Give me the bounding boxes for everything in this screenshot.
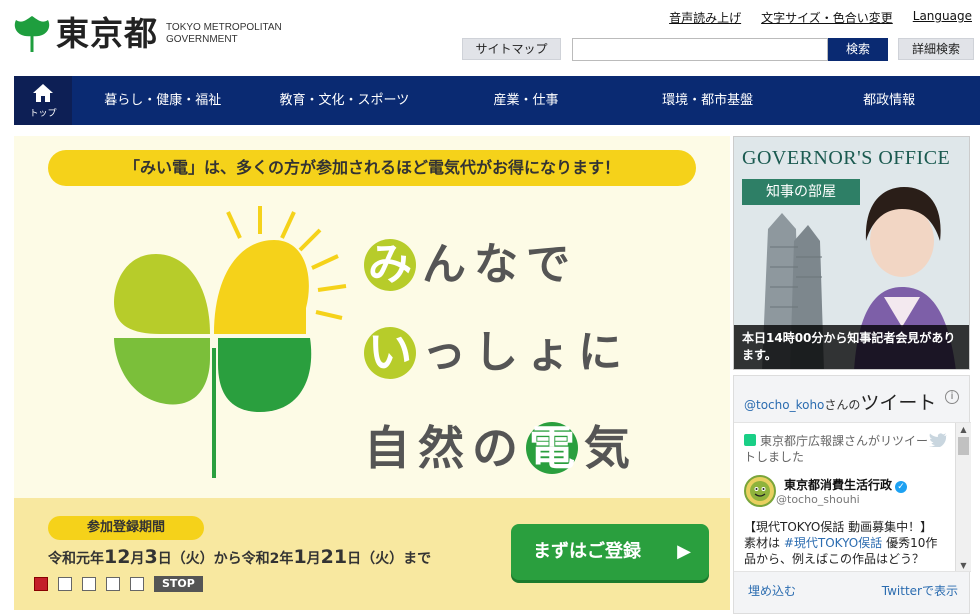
retweet-text: 東京都庁広報課さんがリツイートしました xyxy=(744,434,929,464)
scroll-up-icon[interactable]: ▲ xyxy=(958,425,969,435)
headline-line2: いっしょに xyxy=(364,316,630,380)
nav-home-label: トップ xyxy=(29,109,57,119)
retweet-notice: 東京都庁広報課さんがリツイートしました xyxy=(744,433,934,465)
headline-line1-rest: んなで xyxy=(422,239,578,290)
twitter-handle-link[interactable]: @tocho_koho xyxy=(744,398,824,412)
clover-sun-illustration xyxy=(114,206,347,478)
nav-item-education[interactable]: 教育・文化・スポーツ xyxy=(254,76,436,125)
slide-indicator-1[interactable] xyxy=(34,577,48,591)
logo-subtitle-line1: TOKYO METROPOLITAN xyxy=(166,22,282,33)
banner-ribbon: 「みい電」は、多くの方が参加されるほど電気代がお得になります！ xyxy=(48,150,696,186)
tweet-author[interactable]: 東京都消費生活行政 ✓ @tocho_shouhi xyxy=(744,475,908,507)
tweet-author-handle: @tocho_shouhi xyxy=(776,492,860,506)
period-part: 月 xyxy=(130,551,145,567)
headline-line2-highlight: い xyxy=(364,327,416,379)
retweet-icon xyxy=(744,434,756,446)
language-link[interactable]: Language xyxy=(913,9,972,26)
tweet-hashtag[interactable]: #現代TOKYO㑨話 xyxy=(784,536,882,550)
period-part: 日（火）から令和2年 xyxy=(157,551,294,567)
headline-line3-b: 気 xyxy=(584,421,638,475)
register-button[interactable]: まずはご登録 ▶ xyxy=(511,524,709,580)
tweet-timeline[interactable]: 東京都庁広報課さんがリツイートしました 東京都消費生活行政 ✓ @tocho_sh… xyxy=(734,422,971,572)
tweet-text-line1: 【現代TOKYO㑨話 動画募集中！】 xyxy=(744,520,933,534)
headline-line1: みんなで xyxy=(364,228,578,292)
period-part: 月 xyxy=(306,551,321,567)
logo-subtitle-line2: GOVERNMENT xyxy=(166,34,238,45)
nav-item-government[interactable]: 都政情報 xyxy=(798,76,980,125)
period-number: 21 xyxy=(320,546,348,568)
slide-pager: STOP xyxy=(34,576,203,592)
slide-indicator-5[interactable] xyxy=(130,577,144,591)
scroll-down-icon[interactable]: ▼ xyxy=(958,561,969,571)
nav-item-environment[interactable]: 環境・都市基盤 xyxy=(617,76,799,125)
site-logo[interactable]: 東京都 TOKYO METROPOLITAN GOVERNMENT xyxy=(12,14,282,54)
governors-office-banner[interactable]: GOVERNOR'S OFFICE 知事の部屋 本日14時00分から知事記者会見… xyxy=(733,136,970,370)
twitter-widget-footer: 埋め込む Twitterで表示 xyxy=(748,582,958,599)
register-button-label: まずはご登録 xyxy=(533,541,641,562)
tweet-text-body: 素材は #現代TOKYO㑨話 優秀10作品から、例えばこの作品はどう？ xyxy=(744,535,944,567)
period-number: 12 xyxy=(104,546,131,568)
tweet-text-pre: 素材は xyxy=(744,536,781,550)
twitter-widget: @tocho_kohoさんのツイート i 東京都庁広報課さんがリツイートしました xyxy=(733,375,971,614)
period-number: 3 xyxy=(144,546,158,568)
home-icon xyxy=(33,84,53,102)
registration-period-label: 参加登録期間 xyxy=(48,516,204,540)
tweet-text: 【現代TOKYO㑨話 動画募集中！】 素材は #現代TOKYO㑨話 優秀10作品… xyxy=(744,519,944,567)
headline-line1-highlight: み xyxy=(364,239,416,291)
embed-link[interactable]: 埋め込む xyxy=(748,582,796,599)
tweet-author-name: 東京都消費生活行政 xyxy=(784,477,893,492)
period-part: 令和元年 xyxy=(48,551,104,567)
headline-line2-rest: っしょに xyxy=(422,327,630,378)
twitter-widget-header: @tocho_kohoさんのツイート xyxy=(744,388,936,415)
nav-home[interactable]: トップ xyxy=(0,76,72,125)
page: 東京都 TOKYO METROPOLITAN GOVERNMENT 音声読み上げ… xyxy=(0,0,980,614)
search-button[interactable]: 検索 xyxy=(828,38,888,61)
twitter-heading: ツイート xyxy=(860,392,937,414)
sitemap-button[interactable]: サイトマップ xyxy=(462,38,561,60)
timeline-scrollbar[interactable]: ▲ ▼ xyxy=(955,423,971,571)
headline-line3-a: 自然の xyxy=(364,421,526,475)
headline-line3-highlight: 電 xyxy=(526,422,578,474)
headline-line3: 自然の電気 xyxy=(364,412,638,478)
twitter-bird-icon[interactable] xyxy=(929,433,947,447)
governors-office-title: GOVERNOR'S OFFICE xyxy=(742,147,951,169)
registration-period: 令和元年12月3日（火）から令和2年1月21日（火）まで xyxy=(48,546,431,568)
nav-item-industry[interactable]: 産業・仕事 xyxy=(435,76,617,125)
period-number: 1 xyxy=(293,546,307,568)
info-icon[interactable]: i xyxy=(945,390,959,404)
tweet-author-name-row: 東京都消費生活行政 ✓ xyxy=(784,477,908,493)
ginkgo-logo-icon xyxy=(14,16,50,53)
registration-band: 参加登録期間 令和元年12月3日（火）から令和2年1月21日（火）まで まずはご… xyxy=(14,498,730,610)
governors-office-badge: 知事の部屋 xyxy=(742,179,860,205)
mascot-icon xyxy=(750,481,770,501)
slide-indicator-2[interactable] xyxy=(58,577,72,591)
nav-item-living[interactable]: 暮らし・健康・福祉 xyxy=(72,76,254,125)
main-navigation: トップ 暮らし・健康・福祉 教育・文化・スポーツ 産業・仕事 環境・都市基盤 都… xyxy=(0,76,980,125)
logo-subtitle: TOKYO METROPOLITAN GOVERNMENT xyxy=(166,22,282,46)
view-on-twitter-link[interactable]: Twitterで表示 xyxy=(882,582,958,599)
search-input[interactable] xyxy=(572,38,828,61)
avatar xyxy=(744,475,776,507)
font-size-color-link[interactable]: 文字サイズ・色合い変更 xyxy=(761,9,893,26)
slide-indicator-4[interactable] xyxy=(106,577,120,591)
hero-banner[interactable]: 「みい電」は、多くの方が参加されるほど電気代がお得になります！ みんなで いっし… xyxy=(14,136,730,610)
twitter-handle-suffix: さんの xyxy=(824,398,861,412)
slideshow-stop-button[interactable]: STOP xyxy=(154,576,203,592)
advanced-search-button[interactable]: 詳細検索 xyxy=(898,38,974,60)
logo-text: 東京都 xyxy=(56,14,158,53)
text-to-speech-link[interactable]: 音声読み上げ xyxy=(669,9,741,26)
press-conference-notice[interactable]: 本日14時00分から知事記者会見があります。 xyxy=(734,325,969,369)
slide-indicator-3[interactable] xyxy=(82,577,96,591)
scroll-thumb[interactable] xyxy=(958,437,969,455)
utility-links: 音声読み上げ 文字サイズ・色合い変更 Language xyxy=(669,9,972,26)
period-part: 日（火）まで xyxy=(347,551,432,567)
verified-badge-icon: ✓ xyxy=(895,480,908,493)
chevron-right-icon: ▶ xyxy=(677,541,691,562)
